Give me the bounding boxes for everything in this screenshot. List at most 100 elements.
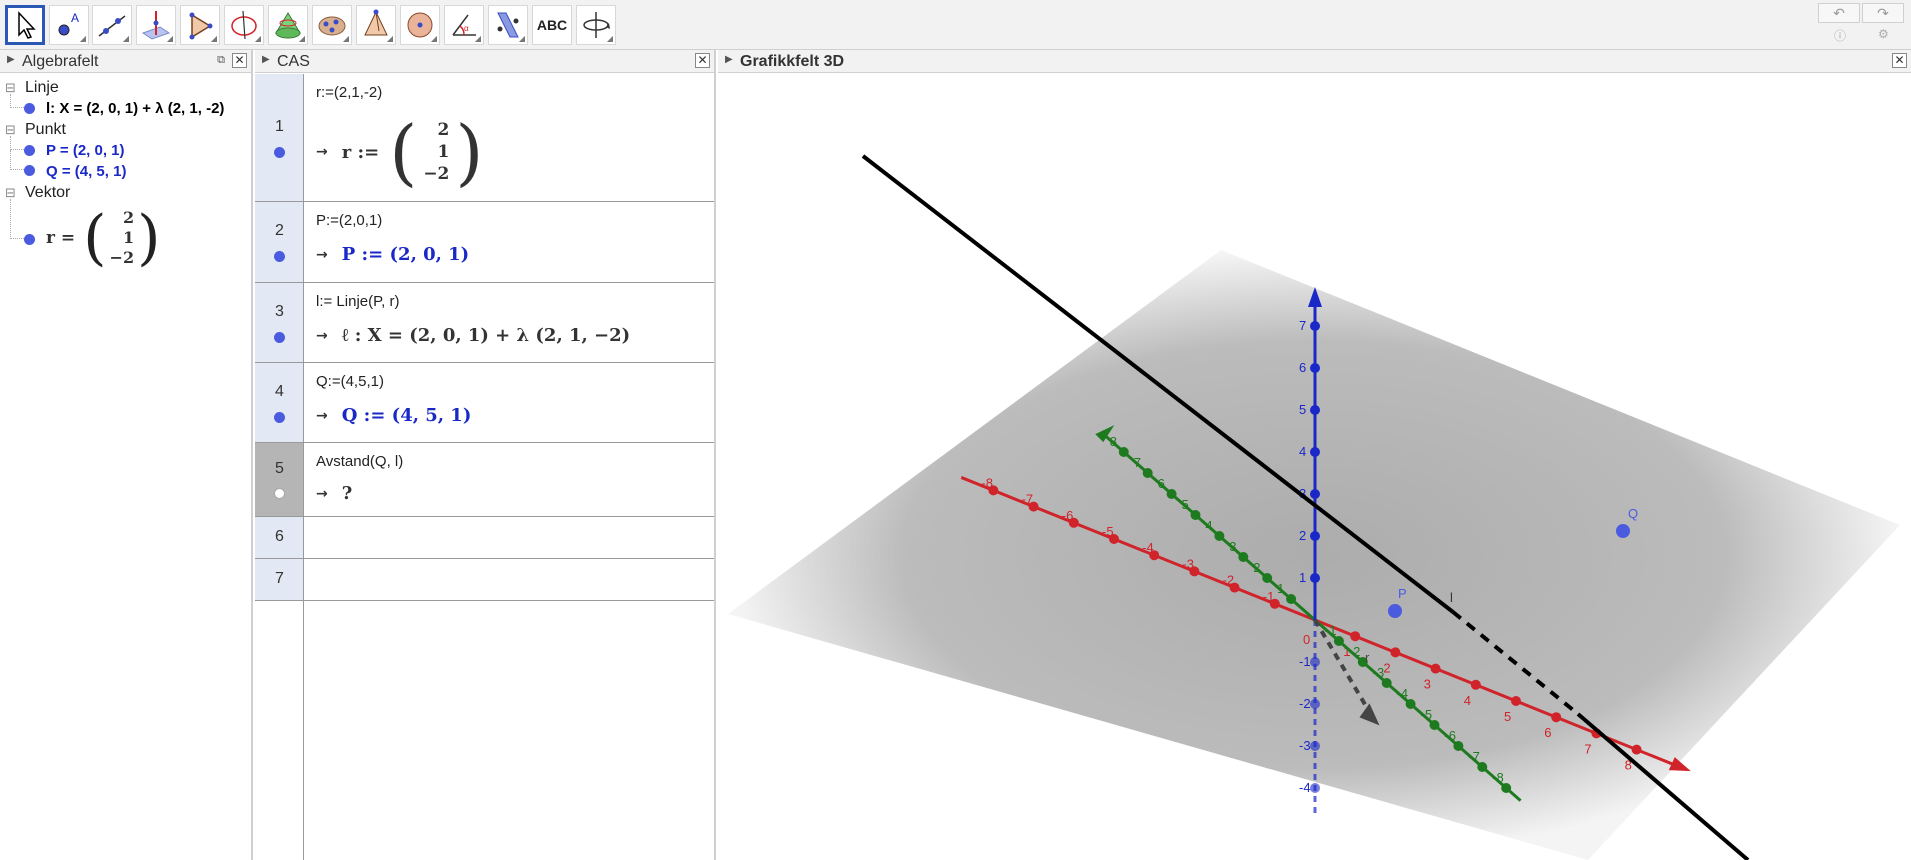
algebra-item-p[interactable]: P = (2, 0, 1)	[46, 142, 125, 159]
group-vektor-label: Vektor	[25, 184, 71, 201]
text-tool-button[interactable]: ABC	[532, 5, 572, 45]
cas-input[interactable]: r:=(2,1,-2)	[316, 84, 382, 101]
visibility-toggle-row-5[interactable]	[274, 488, 285, 499]
angle-tool-button[interactable]: α ◢	[444, 5, 484, 45]
circle-axis-tool-button[interactable]: ◢	[224, 5, 264, 45]
y-tick-label: 4	[1205, 518, 1212, 533]
cas-row-4[interactable]: 4 Q:=(4,5,1) → Q := (4, 5, 1)	[255, 363, 714, 443]
help-icon[interactable]: ⓘ	[1834, 27, 1846, 44]
visibility-toggle-p[interactable]	[24, 145, 35, 156]
x-tick	[1470, 679, 1481, 690]
line-tool-button[interactable]: ◢	[92, 5, 132, 45]
algebra-item-l[interactable]: l: X = (2, 0, 1) + λ (2, 1, -2)	[46, 100, 224, 117]
z-tick	[1310, 447, 1320, 457]
z-tick-label: 1	[1299, 570, 1306, 585]
point-tool-button[interactable]: A ◢	[49, 5, 89, 45]
visibility-toggle-r[interactable]	[24, 234, 35, 245]
perpendicular-tool-button[interactable]: ◢	[136, 5, 176, 45]
tree-connector	[10, 199, 24, 239]
close-icon[interactable]: ✕	[232, 53, 247, 68]
visibility-toggle-row-1[interactable]	[274, 147, 285, 158]
toolbar: A ◢ ◢ ◢ ◢ ◢ ◢ ◢ ◢ ◢ α ◢ ◢ ABC ◢ ↶ ↷ ⓘ ⚙	[0, 0, 1911, 50]
cas-input[interactable]: l:= Linje(P, r)	[316, 293, 400, 310]
y-tick-label: -4	[1397, 686, 1409, 701]
x-tick-label: -3	[1182, 556, 1194, 571]
plane-tool-button[interactable]: ◢	[312, 5, 352, 45]
undo-button[interactable]: ↶	[1818, 3, 1860, 23]
polygon-tool-button[interactable]: ◢	[180, 5, 220, 45]
tree-connector	[10, 94, 24, 108]
tree-connector	[10, 150, 24, 170]
group-linje-label: Linje	[25, 79, 59, 96]
y-tick-label: 6	[1158, 476, 1165, 491]
point-q	[1616, 524, 1630, 538]
y-tick	[1142, 468, 1153, 478]
cas-input[interactable]: P:=(2,0,1)	[316, 212, 382, 229]
cas-row-6[interactable]: 6	[255, 517, 714, 559]
y-tick	[1286, 594, 1297, 604]
cas-input[interactable]: Avstand(Q, l)	[316, 453, 403, 470]
y-tick-label: 8	[1110, 434, 1117, 449]
y-tick-label: 7	[1134, 455, 1141, 470]
visibility-toggle-l[interactable]	[24, 103, 35, 114]
cas-output: → P := (2, 0, 1)	[316, 244, 470, 265]
algebra-item-r[interactable]: r = ( 2 1 −2 )	[46, 208, 161, 268]
pyramid-tool-button[interactable]: ◢	[356, 5, 396, 45]
cas-output: → ?	[316, 483, 353, 504]
graphics-3d-view: ▶ Grafikkfelt 3D ✕ -8 -7 -6 -5 -4 -3 -2 -1 1 2 3 4 5…	[718, 50, 1911, 860]
move-tool-button[interactable]	[5, 5, 45, 45]
y-tick-label: 3	[1229, 539, 1236, 554]
visibility-toggle-q[interactable]	[24, 165, 35, 176]
algebra-item-q[interactable]: Q = (4, 5, 1)	[46, 163, 126, 180]
visibility-toggle-row-4[interactable]	[274, 412, 285, 423]
reflect-tool-button[interactable]: ◢	[488, 5, 528, 45]
cas-row-1[interactable]: 1 r:=(2,1,-2) → r := ( 2 1 −2 )	[255, 74, 714, 202]
graphics-3d-canvas[interactable]: -8-7-6-5-4-3-2-112345678-8-7-6-5-4-3-2-1…	[718, 74, 1911, 860]
y-tick-label: -3	[1373, 665, 1385, 680]
x-tick-label: 7	[1584, 741, 1591, 756]
cas-row-3[interactable]: 3 l:= Linje(P, r) → ℓ : X = (2, 0, 1) + …	[255, 283, 714, 363]
y-tick-label: 2	[1253, 560, 1260, 575]
x-tick	[1511, 696, 1521, 706]
collapse-triangle-icon[interactable]: ▶	[7, 54, 15, 65]
z-tick-label: 7	[1299, 318, 1306, 333]
collapse-triangle-icon[interactable]: ▶	[725, 54, 733, 65]
x-tick-label: -7	[1022, 492, 1034, 507]
x-tick-label: 2	[1383, 660, 1390, 675]
collapse-triangle-icon[interactable]: ▶	[262, 54, 270, 65]
line-l-label: l	[1450, 590, 1453, 605]
row-number: 2	[275, 222, 284, 239]
cas-row-2[interactable]: 2 P:=(2,0,1) → P := (2, 0, 1)	[255, 202, 714, 283]
x-tick-label: 4	[1464, 693, 1471, 708]
redo-icon: ↷	[1877, 5, 1889, 21]
text-icon: ABC	[536, 17, 568, 33]
cas-output: → Q := (4, 5, 1)	[316, 405, 472, 426]
point-p-label: P	[1398, 586, 1407, 601]
x-tick	[1551, 712, 1562, 723]
y-tick-label: -7	[1468, 749, 1480, 764]
intersect-surfaces-tool-button[interactable]: ◢	[268, 5, 308, 45]
close-icon[interactable]: ✕	[1892, 53, 1907, 68]
z-tick-label: 6	[1299, 360, 1306, 375]
close-icon[interactable]: ✕	[695, 53, 710, 68]
redo-button[interactable]: ↷	[1862, 3, 1904, 23]
point-p	[1388, 604, 1402, 618]
gear-icon[interactable]: ⚙	[1878, 27, 1889, 41]
row-number: 3	[275, 303, 284, 320]
visibility-toggle-row-3[interactable]	[274, 332, 285, 343]
cas-input[interactable]: Q:=(4,5,1)	[316, 373, 384, 390]
y-tick	[1118, 447, 1129, 457]
z-tick	[1310, 741, 1320, 751]
undock-icon[interactable]: ⧉	[217, 54, 225, 67]
z-tick-label: 5	[1299, 402, 1306, 417]
rotate-view-tool-button[interactable]: ◢	[576, 5, 616, 45]
z-tick-label: 2	[1299, 528, 1306, 543]
z-tick-label: -2	[1299, 696, 1311, 711]
cas-row-7[interactable]: 7	[255, 559, 714, 601]
cas-row-5[interactable]: 5 Avstand(Q, l) → ?	[255, 443, 714, 517]
cas-output: → r := ( 2 1 −2 )	[316, 110, 484, 194]
vector-r-label: r =	[46, 228, 76, 248]
z-tick	[1310, 573, 1320, 583]
visibility-toggle-row-2[interactable]	[274, 251, 285, 262]
sphere-tool-button[interactable]: ◢	[400, 5, 440, 45]
